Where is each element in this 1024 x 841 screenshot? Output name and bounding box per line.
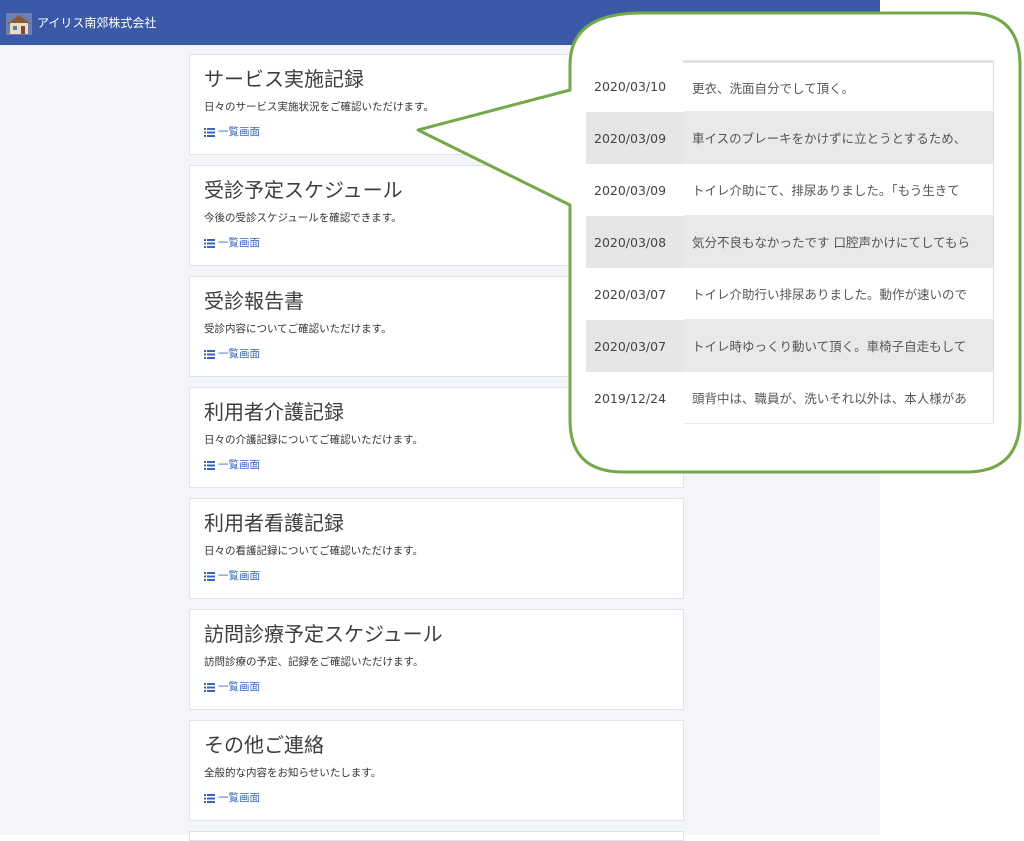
list-view-link[interactable]: 一覧画面: [204, 347, 260, 361]
card-description: 日々の介護記録についてご確認いただけます。: [204, 434, 424, 446]
record-text: 頭背中は、職員が、洗いそれ以外は、本人様があ: [683, 372, 994, 424]
table-row[interactable]: 2020/03/08 気分不良もなかったです 口腔声かけにてしてもら: [586, 216, 994, 268]
card-title: サービス実施記録: [204, 67, 364, 91]
record-date: 2020/03/07: [594, 286, 667, 302]
list-icon: [204, 349, 215, 359]
card-description: 今後の受診スケジュールを確認できます。: [204, 212, 402, 224]
record-text: トイレ介助にて、排尿ありました。「もう生きて: [683, 164, 994, 216]
record-date: 2020/03/10: [594, 78, 667, 94]
card-description: 日々の看護記録についてご確認いただけます。: [204, 545, 424, 557]
card-title: 利用者看護記録: [204, 511, 344, 535]
list-view-link[interactable]: 一覧画面: [204, 569, 260, 583]
card-title: 訪問診療予定スケジュール: [204, 622, 443, 646]
record-date: 2020/03/09: [586, 112, 683, 164]
list-view-link[interactable]: 一覧画面: [204, 125, 260, 139]
list-icon: [204, 127, 215, 137]
record-date: 2020/03/09: [594, 182, 667, 198]
list-view-link[interactable]: 一覧画面: [204, 680, 260, 694]
care-record-preview: 2020/03/10 更衣、洗面自分でして頂く。 2020/03/09 車イスの…: [586, 60, 994, 435]
care-record-table: 2020/03/10 更衣、洗面自分でして頂く。 2020/03/09 車イスの…: [586, 60, 994, 424]
card-title: 受診報告書: [204, 289, 304, 313]
record-text: 更衣、洗面自分でして頂く。: [683, 60, 994, 112]
list-icon: [204, 571, 215, 581]
card-other-notice: その他ご連絡 全般的な内容をお知らせいたします。 一覧画面: [189, 720, 684, 821]
table-row[interactable]: 2020/03/07 トイレ介助行い排尿ありました。動作が速いので: [586, 268, 994, 320]
list-view-link-label[interactable]: 一覧画面: [218, 458, 260, 472]
list-view-link-label[interactable]: 一覧画面: [218, 236, 260, 250]
list-icon: [204, 460, 215, 470]
list-icon: [204, 238, 215, 248]
list-icon: [204, 682, 215, 692]
card-description: 日々のサービス実施状況をご確認いただけます。: [204, 101, 434, 113]
table-row[interactable]: 2020/03/10 更衣、洗面自分でして頂く。: [586, 60, 994, 112]
list-view-link-label[interactable]: 一覧画面: [218, 347, 260, 361]
card-partial: [189, 831, 684, 841]
record-text: 気分不良もなかったです 口腔声かけにてしてもら: [683, 216, 994, 268]
record-text: トイレ介助行い排尿ありました。動作が速いので: [683, 268, 994, 320]
table-row[interactable]: 2020/03/09 車イスのブレーキをかけずに立とうとするため、: [586, 112, 994, 164]
record-text: トイレ時ゆっくり動いて頂く。車椅子自走もして: [683, 320, 994, 372]
list-view-link[interactable]: 一覧画面: [204, 236, 260, 250]
card-title: その他ご連絡: [204, 733, 324, 757]
list-view-link-label[interactable]: 一覧画面: [218, 680, 260, 694]
card-description: 全般的な内容をお知らせいたします。: [204, 767, 382, 779]
house-logo-icon[interactable]: [6, 13, 32, 35]
card-title: 受診予定スケジュール: [204, 178, 403, 202]
record-text: 車イスのブレーキをかけずに立とうとするため、: [683, 112, 994, 164]
card-home-visit-schedule: 訪問診療予定スケジュール 訪問診療の予定、記録をご確認いただけます。 一覧画面: [189, 609, 684, 710]
list-view-link-label[interactable]: 一覧画面: [218, 791, 260, 805]
card-nursing-record: 利用者看護記録 日々の看護記録についてご確認いただけます。 一覧画面: [189, 498, 684, 599]
top-navbar: アイリス南郊株式会社: [0, 0, 880, 45]
table-row[interactable]: 2019/12/24 頭背中は、職員が、洗いそれ以外は、本人様があ: [586, 372, 994, 424]
card-description: 訪問診療の予定、記録をご確認いただけます。: [204, 656, 424, 668]
record-date: 2019/12/24: [594, 390, 667, 406]
table-row[interactable]: 2020/03/09 トイレ介助にて、排尿ありました。「もう生きて: [586, 164, 994, 216]
list-view-link-label[interactable]: 一覧画面: [218, 125, 260, 139]
list-view-link[interactable]: 一覧画面: [204, 791, 260, 805]
card-description: 受診内容についてご確認いただけます。: [204, 323, 392, 335]
list-view-link[interactable]: 一覧画面: [204, 458, 260, 472]
record-date: 2020/03/07: [586, 320, 683, 372]
list-icon: [204, 793, 215, 803]
list-view-link-label[interactable]: 一覧画面: [218, 569, 260, 583]
brand-name[interactable]: アイリス南郊株式会社: [37, 15, 156, 31]
table-row[interactable]: 2020/03/07 トイレ時ゆっくり動いて頂く。車椅子自走もして: [586, 320, 994, 372]
card-title: 利用者介護記録: [204, 400, 344, 424]
record-date: 2020/03/08: [586, 216, 683, 268]
